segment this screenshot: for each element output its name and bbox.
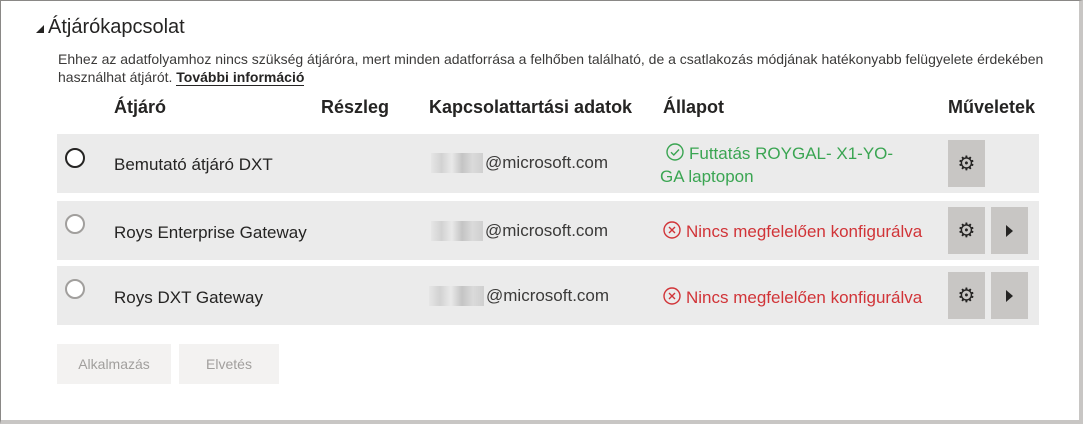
- contact-info: @microsoft.com: [429, 286, 609, 306]
- status-text-line1: Futtatás ROYGAL- X1-YO-: [689, 144, 894, 163]
- discard-button[interactable]: Elvetés: [179, 344, 279, 384]
- gateway-name: Bemutató átjáró DXT: [114, 155, 273, 174]
- more-info-link[interactable]: További információ: [176, 69, 305, 86]
- row-radio-button[interactable]: [65, 148, 85, 168]
- contact-info: @microsoft.com: [431, 221, 608, 241]
- expand-button[interactable]: [991, 207, 1028, 254]
- gear-icon: ⚙: [957, 219, 976, 242]
- redacted-email-user: [431, 221, 483, 241]
- header-gateway: Átjáró: [114, 97, 167, 117]
- contact-domain: @microsoft.com: [485, 153, 609, 172]
- settings-button[interactable]: ⚙: [948, 272, 985, 319]
- contact-domain: @microsoft.com: [486, 286, 610, 305]
- status-error: Nincs megfelelően konfigurálva: [663, 220, 922, 243]
- header-department: Részleg: [321, 97, 390, 117]
- header-actions: Műveletek: [948, 97, 1036, 117]
- apply-button[interactable]: Alkalmazás: [57, 344, 171, 384]
- row-radio-button[interactable]: [65, 214, 85, 234]
- chevron-right-icon: [1006, 224, 1013, 237]
- x-circle-icon: [663, 221, 681, 239]
- table-row[interactable]: Roys Enterprise Gateway @microsoft.com N…: [57, 201, 1039, 260]
- expand-button[interactable]: [991, 272, 1028, 319]
- x-circle-icon: [663, 287, 681, 305]
- contact-info: @microsoft.com: [431, 153, 608, 173]
- gear-icon: ⚙: [957, 152, 976, 175]
- row-radio-button[interactable]: [65, 279, 85, 299]
- header-status: Állapot: [663, 97, 724, 117]
- table-row[interactable]: Bemutató átjáró DXT @microsoft.com Futta…: [57, 134, 1039, 193]
- redacted-email-user: [429, 286, 484, 306]
- collapse-arrow-icon[interactable]: [36, 24, 44, 33]
- section-title: Átjárókapcsolat: [48, 16, 185, 38]
- status-text: Nincs megfelelően konfigurálva: [686, 222, 923, 241]
- table-row[interactable]: Roys DXT Gateway @microsoft.com Nincs me…: [57, 266, 1039, 325]
- status-text-line2: GA laptopon: [660, 167, 754, 186]
- check-circle-icon: [666, 143, 684, 161]
- status-text: Nincs megfelelően konfigurálva: [686, 288, 923, 307]
- header-contact: Kapcsolattartási adatok: [429, 97, 633, 117]
- chevron-right-icon: [1006, 289, 1013, 302]
- gear-icon: ⚙: [957, 284, 976, 307]
- gateway-name: Roys Enterprise Gateway: [114, 223, 307, 242]
- status-ok: Futtatás ROYGAL- X1-YO- GA laptopon: [660, 142, 900, 188]
- settings-button[interactable]: ⚙: [948, 140, 985, 187]
- section-header[interactable]: Átjárókapcsolat: [36, 16, 185, 39]
- gateway-name: Roys DXT Gateway: [114, 288, 263, 307]
- section-description: Ehhez az adatfolyamhoz nincs szükség átj…: [58, 50, 1048, 86]
- contact-domain: @microsoft.com: [485, 221, 609, 240]
- settings-button[interactable]: ⚙: [948, 207, 985, 254]
- redacted-email-user: [431, 153, 483, 173]
- status-error: Nincs megfelelően konfigurálva: [663, 286, 922, 309]
